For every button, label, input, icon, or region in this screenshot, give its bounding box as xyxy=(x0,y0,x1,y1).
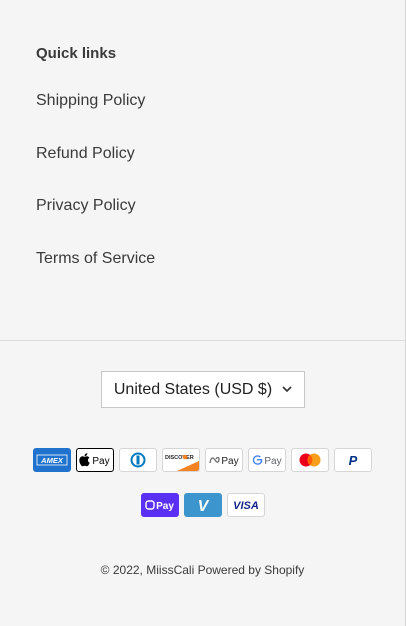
discover-label: DISCOVER xyxy=(165,455,194,461)
list-item: Privacy Policy xyxy=(36,196,136,216)
list-item: Shipping Policy xyxy=(36,91,145,111)
privacy-policy-link[interactable]: Privacy Policy xyxy=(36,196,136,216)
payment-icons-row-1: AMEX Pay DISCOVER Pay Pay P xyxy=(0,448,405,472)
venmo-label: V xyxy=(197,498,209,515)
footer-divider xyxy=(0,340,405,341)
diners-club-icon xyxy=(119,448,157,472)
meta-pay-label: Pay xyxy=(221,456,238,467)
payment-icons-row-2: Pay V VISA xyxy=(0,493,405,517)
amex-label: AMEX xyxy=(40,456,64,465)
google-pay-label: Pay xyxy=(264,456,281,467)
quick-links-title: Quick links xyxy=(36,45,117,62)
apple-pay-icon: Pay xyxy=(76,448,114,472)
powered-by-shopify-link[interactable]: Powered by Shopify xyxy=(198,563,305,577)
copyright-text: © 2022, MiissCali Powered by Shopify xyxy=(0,562,405,578)
quick-links-section: Quick links Shipping Policy Refund Polic… xyxy=(36,44,155,267)
visa-icon: VISA xyxy=(226,493,265,517)
shipping-policy-link[interactable]: Shipping Policy xyxy=(36,91,145,111)
currency-selected-value: United States (USD $) xyxy=(113,380,273,398)
store-name-link[interactable]: MiissCali xyxy=(146,563,194,577)
currency-selector[interactable]: United States (USD $) xyxy=(101,371,305,408)
google-pay-icon: Pay xyxy=(248,448,286,472)
shop-pay-label: Pay xyxy=(156,501,174,512)
paypal-icon: P xyxy=(334,448,372,472)
visa-label: VISA xyxy=(233,500,259,512)
list-item: Terms of Service xyxy=(36,249,155,269)
list-item: Refund Policy xyxy=(36,144,135,164)
shop-pay-icon: Pay xyxy=(140,493,179,517)
mastercard-icon xyxy=(291,448,329,472)
amex-icon: AMEX xyxy=(33,448,71,472)
apple-pay-label: Pay xyxy=(92,456,109,467)
venmo-icon: V xyxy=(183,493,222,517)
terms-of-service-link[interactable]: Terms of Service xyxy=(36,249,155,269)
refund-policy-link[interactable]: Refund Policy xyxy=(36,144,135,164)
paypal-label: P xyxy=(349,453,358,468)
copyright-year: © 2022, xyxy=(100,563,143,577)
discover-icon: DISCOVER xyxy=(162,448,200,472)
meta-pay-icon: Pay xyxy=(205,448,243,472)
chevron-down-icon xyxy=(282,385,292,396)
